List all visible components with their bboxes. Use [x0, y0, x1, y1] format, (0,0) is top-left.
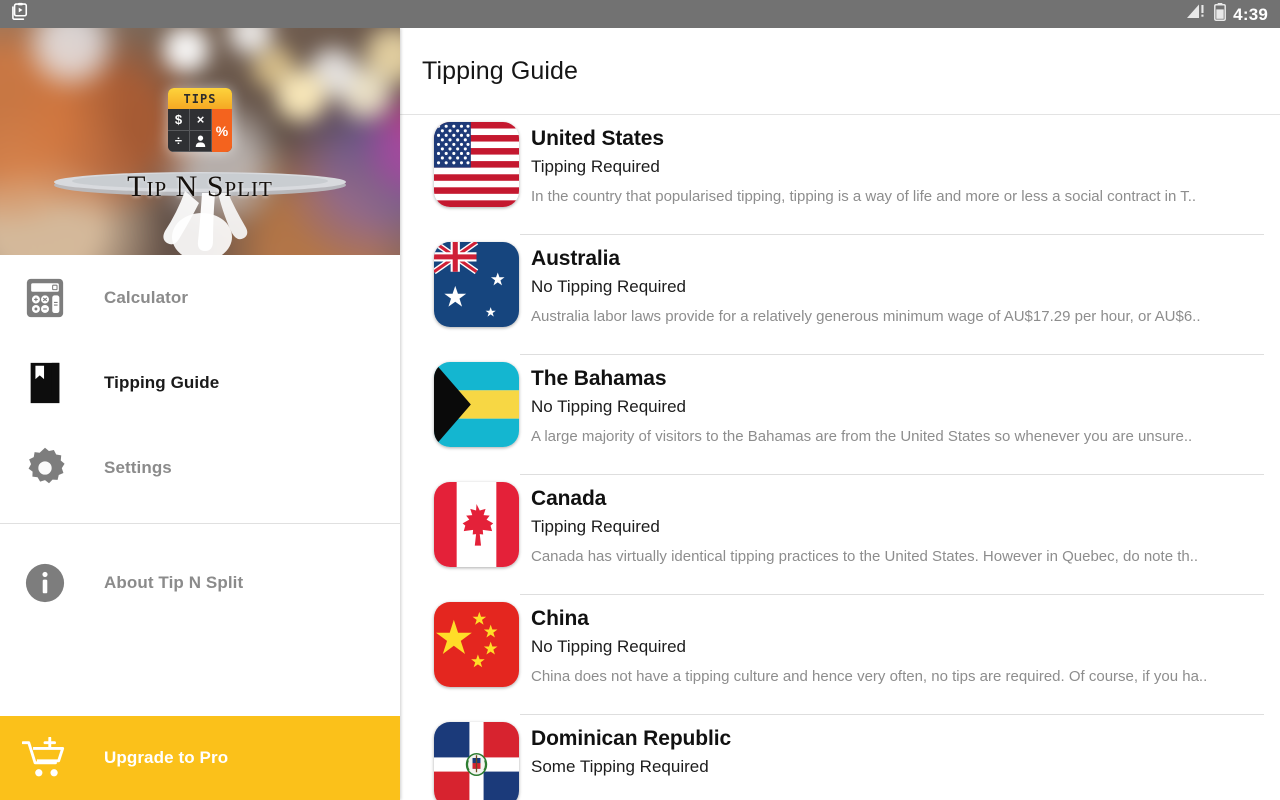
calculator-icon: [18, 277, 72, 319]
logo-key-person: [190, 130, 212, 152]
country-name: Canada: [531, 487, 607, 510]
logo-key-divide: ÷: [168, 130, 190, 152]
add-to-cart-icon: [18, 737, 72, 779]
list-item[interactable]: Dominican Republic Some Tipping Required: [400, 715, 1280, 800]
list-item-text: The Bahamas No Tipping Required A large …: [531, 355, 1280, 475]
flag-bahamas-icon: [434, 362, 519, 447]
country-name: The Bahamas: [531, 367, 667, 390]
sidebar-item-about[interactable]: About Tip N Split: [0, 540, 400, 625]
country-name: Australia: [531, 247, 620, 270]
status-bar-clock: 4:39: [1233, 4, 1268, 24]
battery-icon: [1214, 2, 1227, 26]
drawer-divider: [0, 523, 400, 524]
tipping-status: Some Tipping Required: [531, 757, 709, 777]
gear-icon: [18, 447, 72, 489]
country-name: Dominican Republic: [531, 727, 732, 750]
page-title: Tipping Guide: [422, 56, 579, 85]
sidebar-item-tipping-guide[interactable]: Tipping Guide: [0, 340, 400, 425]
flag-dominican-republic-icon: [434, 722, 519, 800]
status-bar: 4:39: [0, 0, 1280, 28]
flag-china-icon: [434, 602, 519, 687]
drawer-menu: Calculator Tipping Guide Settings About …: [0, 255, 400, 716]
logo-tips-label: TIPS: [168, 88, 232, 109]
info-icon: [18, 562, 72, 604]
country-description: Canada has virtually identical tipping p…: [531, 547, 1199, 565]
sidebar-item-settings[interactable]: Settings: [0, 425, 400, 510]
flag-canada-icon: [434, 482, 519, 567]
country-description: China does not have a tipping culture an…: [531, 667, 1208, 685]
status-bar-left-icons: [10, 2, 30, 27]
drawer-header: TIPS $ × ÷ % Tip N Split: [0, 28, 400, 255]
sidebar-item-calculator[interactable]: Calculator: [0, 255, 400, 340]
navigation-drawer: TIPS $ × ÷ % Tip N Split Calculator Tipp…: [0, 28, 400, 800]
status-bar-right-icons: 4:39: [1185, 2, 1268, 26]
list-item-text: Australia No Tipping Required Australia …: [531, 235, 1280, 355]
app-logo-icon: TIPS $ × ÷ %: [168, 88, 232, 152]
tipping-status: No Tipping Required: [531, 397, 686, 417]
sidebar-item-label: Calculator: [104, 287, 189, 307]
country-name: United States: [531, 127, 664, 150]
upgrade-to-pro-label: Upgrade to Pro: [104, 748, 229, 767]
list-item-text: Canada Tipping Required Canada has virtu…: [531, 475, 1280, 595]
app-title: Tip N Split: [127, 170, 273, 203]
list-item[interactable]: Australia No Tipping Required Australia …: [400, 235, 1280, 355]
list-item-text: United States Tipping Required In the co…: [531, 115, 1280, 235]
list-item[interactable]: United States Tipping Required In the co…: [400, 115, 1280, 235]
country-description: Australia labor laws provide for a relat…: [531, 307, 1201, 325]
country-name: China: [531, 607, 589, 630]
main-content: Tipping Guide United States Tipping Requ…: [400, 28, 1280, 800]
sidebar-item-label: Tipping Guide: [104, 372, 220, 392]
list-item[interactable]: China No Tipping Required China does not…: [400, 595, 1280, 715]
bookmark-book-icon: [18, 361, 72, 405]
sidebar-item-label: About Tip N Split: [104, 572, 244, 592]
upgrade-to-pro-button[interactable]: Upgrade to Pro: [0, 716, 400, 800]
app-screen: 4:39 TIPS $ × ÷ % Tip N Split Calculator…: [0, 0, 1280, 800]
logo-key-dollar: $: [168, 109, 190, 131]
logo-key-percent: %: [212, 109, 232, 152]
country-description: A large majority of visitors to the Baha…: [531, 427, 1193, 445]
country-list[interactable]: United States Tipping Required In the co…: [400, 115, 1280, 800]
signal-no-service-icon: [1185, 3, 1207, 25]
tipping-status: Tipping Required: [531, 517, 660, 537]
tipping-status: No Tipping Required: [531, 277, 686, 297]
list-item[interactable]: The Bahamas No Tipping Required A large …: [400, 355, 1280, 475]
flag-united-states-icon: [434, 122, 519, 207]
tipping-status: Tipping Required: [531, 157, 660, 177]
list-item[interactable]: Canada Tipping Required Canada has virtu…: [400, 475, 1280, 595]
tipping-status: No Tipping Required: [531, 637, 686, 657]
logo-key-multiply: ×: [190, 109, 212, 131]
flag-australia-icon: [434, 242, 519, 327]
list-item-text: China No Tipping Required China does not…: [531, 595, 1280, 715]
country-description: In the country that popularised tipping,…: [531, 187, 1197, 205]
list-item-text: Dominican Republic Some Tipping Required: [531, 715, 1280, 800]
sidebar-item-label: Settings: [104, 457, 172, 477]
app-bar: Tipping Guide: [400, 28, 1280, 115]
screen-cast-icon: [10, 2, 30, 27]
